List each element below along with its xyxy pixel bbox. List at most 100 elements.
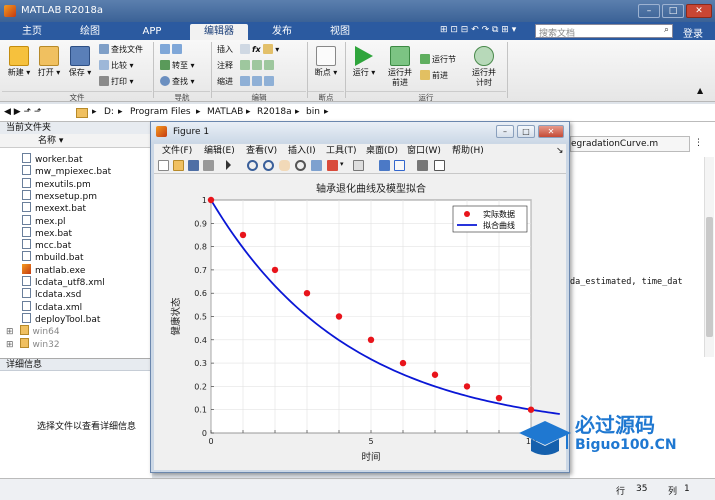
tab-publish[interactable]: 发布 [258, 24, 306, 40]
file-list-item[interactable]: mex.bat [0, 226, 150, 239]
show-plot-tools-icon[interactable] [434, 160, 445, 171]
rotate-3d-icon[interactable] [295, 160, 306, 171]
data-point[interactable] [335, 313, 343, 320]
menu-desktop[interactable]: 桌面(D) [366, 145, 398, 157]
figure-axes-svg[interactable]: 051000.10.20.30.40.50.60.70.80.91 轴承退化曲线… [154, 174, 566, 470]
data-point[interactable] [495, 394, 503, 402]
chart-legend[interactable]: 实际数据 拟合曲线 [452, 205, 528, 233]
maximize-button[interactable]: □ [662, 4, 684, 18]
goto-button[interactable]: 转至 ▾ [160, 60, 195, 72]
run-and-time-button[interactable]: 运行并 计时 [466, 46, 502, 88]
minimize-button[interactable]: – [638, 4, 660, 18]
zoom-in-icon[interactable] [247, 160, 258, 171]
open-file-icon[interactable] [173, 160, 184, 171]
crumb-matlab[interactable]: MATLAB [207, 107, 243, 117]
advance-button[interactable]: 前进 [420, 70, 448, 82]
save-figure-icon[interactable] [188, 160, 199, 171]
menu-window[interactable]: 窗口(W) [407, 145, 441, 157]
file-list-item[interactable]: lcdata.xsd [0, 288, 150, 300]
nav-arrows[interactable]: ◀ ▶ ⬏ ⬏ [4, 107, 41, 117]
login-button[interactable]: 登录 [683, 25, 703, 40]
back-forward-buttons[interactable] [160, 44, 190, 56]
indent-button[interactable]: 缩进 [217, 76, 233, 88]
file-list-item[interactable]: mw_mpiexec.bat [0, 165, 150, 177]
tab-view[interactable]: 视图 [316, 24, 364, 40]
figure-minimize-button[interactable]: – [496, 125, 514, 138]
data-point[interactable] [463, 383, 471, 390]
find-files-button[interactable]: 查找文件 [99, 44, 143, 56]
file-list-item[interactable]: mexsetup.pm [0, 189, 150, 202]
close-button[interactable]: ✕ [686, 4, 712, 18]
data-point[interactable] [207, 196, 215, 204]
insert-legend-icon[interactable] [394, 160, 405, 171]
tab-home[interactable]: 主页 [8, 24, 56, 40]
menu-file[interactable]: 文件(F) [162, 145, 192, 157]
file-list-item[interactable]: lcdata.xml [0, 300, 150, 313]
file-list-item[interactable]: lcdata_utf8.xml [0, 276, 150, 288]
editor-scrollbar[interactable] [704, 157, 714, 357]
run-and-advance-button[interactable]: 运行并 前进 [382, 46, 418, 88]
file-list-item[interactable]: mcc.bat [0, 239, 150, 251]
menu-view[interactable]: 查看(V) [246, 145, 277, 157]
data-point[interactable] [271, 266, 279, 274]
hide-plot-tools-icon[interactable] [417, 160, 428, 171]
save-button[interactable]: 保存 ▾ [64, 46, 96, 78]
indent-tools[interactable] [240, 76, 276, 88]
figure-close-button[interactable]: ✕ [538, 125, 564, 138]
insert-colorbar-icon[interactable] [379, 160, 390, 171]
menu-help[interactable]: 帮助(H) [452, 145, 484, 157]
data-point[interactable] [303, 290, 311, 297]
expand-icon[interactable]: ⊞ [6, 327, 14, 337]
edit-plot-arrow-icon[interactable] [226, 160, 231, 170]
run-button[interactable]: 运行 ▾ [348, 46, 380, 78]
zoom-out-icon[interactable] [263, 160, 274, 171]
menu-dock-icon[interactable]: ↘ [556, 145, 564, 157]
file-list-item[interactable]: mexext.bat [0, 202, 150, 214]
file-list-item[interactable]: mexutils.pm [0, 177, 150, 190]
comment-button[interactable]: 注释 [217, 60, 233, 72]
editor-tab-menu-icon[interactable]: ⋮ [694, 138, 703, 148]
tab-plots[interactable]: 绘图 [66, 24, 114, 40]
data-point[interactable] [367, 336, 375, 343]
data-point[interactable] [239, 231, 247, 239]
search-documentation-input[interactable]: 搜索文档 ⌕ [535, 24, 673, 39]
comment-tools[interactable] [240, 60, 276, 72]
column-header-name[interactable]: 名称 ▾ [0, 134, 151, 148]
folder-list-item[interactable]: ⊞ win64 [0, 325, 150, 337]
breakpoints-button[interactable]: 断点 ▾ [310, 46, 342, 78]
link-plot-icon[interactable] [353, 160, 364, 171]
data-point[interactable] [431, 371, 439, 378]
editor-tab[interactable]: egradationCurve.m [570, 136, 690, 152]
file-list-item[interactable]: deployTool.bat [0, 312, 150, 325]
print-button[interactable]: 打印 ▾ [99, 76, 134, 88]
crumb-program-files[interactable]: Program Files [130, 107, 191, 117]
menu-insert[interactable]: 插入(I) [288, 145, 316, 157]
print-figure-icon[interactable] [203, 160, 214, 171]
collapse-ribbon-icon[interactable]: ▲ [697, 86, 703, 95]
file-list-item[interactable]: mbuild.bat [0, 251, 150, 263]
compare-button[interactable]: 比较 ▾ [99, 60, 134, 72]
crumb-drive[interactable]: D: [104, 107, 114, 117]
file-list-item[interactable]: matlab.exe [0, 263, 150, 276]
run-section-button[interactable]: 运行节 [420, 54, 456, 66]
data-cursor-icon[interactable] [311, 160, 322, 171]
insert-tools[interactable]: fx ▾ [240, 44, 279, 56]
tab-editor[interactable]: 编辑器 [190, 24, 248, 40]
figure-maximize-button[interactable]: □ [517, 125, 535, 138]
quick-access-toolbar[interactable]: ⊞ ⊡ ⊟ ↶ ↷ ⧉ ⊞ ▾ [440, 25, 532, 37]
crumb-bin[interactable]: bin [306, 107, 320, 117]
open-button[interactable]: 打开 ▾ [33, 46, 65, 78]
expand-icon[interactable]: ⊞ [6, 340, 14, 350]
new-button[interactable]: 新建 ▾ [3, 46, 35, 78]
menu-tools[interactable]: 工具(T) [326, 145, 357, 157]
file-list-item[interactable]: mex.pl [0, 214, 150, 227]
data-point[interactable] [399, 359, 407, 367]
folder-list-item[interactable]: ⊞ win32 [0, 337, 150, 350]
find-button[interactable]: 查找 ▾ [160, 76, 195, 88]
editor-scroll-thumb[interactable] [706, 217, 713, 337]
tab-apps[interactable]: APP [128, 24, 176, 40]
insert-button[interactable]: 插入 [217, 44, 233, 56]
editor-code-line[interactable]: da_estimated, time_dat [570, 277, 683, 287]
new-figure-icon[interactable] [158, 160, 169, 171]
crumb-r2018a[interactable]: R2018a [257, 107, 292, 117]
